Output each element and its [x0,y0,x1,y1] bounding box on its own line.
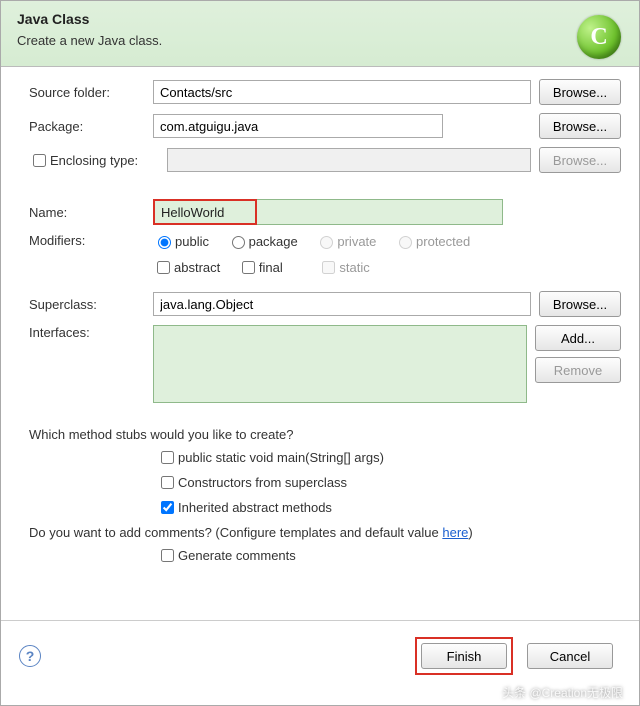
dialog-subtitle: Create a new Java class. [17,33,623,48]
interfaces-listbox[interactable] [153,325,527,403]
name-input[interactable]: HelloWorld [153,199,503,225]
comments-question: Do you want to add comments? (Configure … [29,525,621,540]
configure-templates-link[interactable]: here [442,525,468,540]
superclass-input[interactable] [153,292,531,316]
enclosing-type-input [167,148,531,172]
package-label: Package: [29,119,145,134]
cancel-button[interactable]: Cancel [527,643,613,669]
name-label: Name: [29,205,145,220]
stub-constructors-checkbox[interactable]: Constructors from superclass [157,473,607,492]
help-icon[interactable]: ? [19,645,41,667]
stub-main-checkbox[interactable]: public static void main(String[] args) [157,448,607,467]
modifier-abstract-checkbox[interactable]: abstract [153,258,220,277]
generate-comments-checkbox[interactable]: Generate comments [157,546,607,565]
class-icon: C [577,15,621,59]
superclass-browse-button[interactable]: Browse... [539,291,621,317]
modifier-final-checkbox[interactable]: final [238,258,283,277]
modifier-package-radio[interactable]: package [227,233,298,249]
enclosing-type-checkbox[interactable]: Enclosing type: [29,151,145,170]
source-folder-browse-button[interactable]: Browse... [539,79,621,105]
package-input[interactable] [153,114,443,138]
source-folder-label: Source folder: [29,85,145,100]
modifier-public-radio[interactable]: public [153,233,209,249]
finish-highlight: Finish [415,637,513,675]
method-stubs-question: Which method stubs would you like to cre… [29,427,621,442]
package-browse-button[interactable]: Browse... [539,113,621,139]
superclass-label: Superclass: [29,297,145,312]
watermark-text: 头条 @Creation无极限 [502,684,623,701]
interfaces-add-button[interactable]: Add... [535,325,621,351]
finish-button[interactable]: Finish [421,643,507,669]
dialog-banner: Java Class Create a new Java class. C [1,1,639,67]
modifier-protected-radio: protected [394,233,470,249]
source-folder-input[interactable] [153,80,531,104]
interfaces-remove-button: Remove [535,357,621,383]
modifier-static-checkbox: static [318,258,369,277]
interfaces-label: Interfaces: [29,325,145,340]
modifiers-label: Modifiers: [29,233,145,248]
name-value-highlight: HelloWorld [153,199,257,225]
dialog-title: Java Class [17,11,623,27]
stub-inherited-checkbox[interactable]: Inherited abstract methods [157,498,607,517]
modifier-private-radio: private [315,233,376,249]
enclosing-browse-button: Browse... [539,147,621,173]
